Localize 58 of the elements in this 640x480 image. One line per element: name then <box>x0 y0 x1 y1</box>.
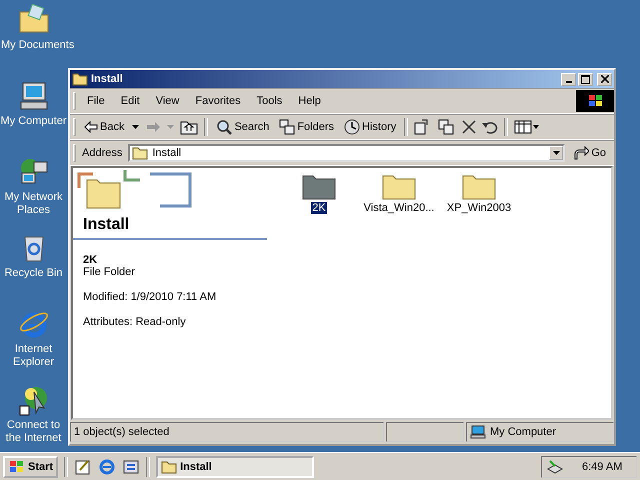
maximize-icon <box>581 74 590 84</box>
clock-icon <box>344 119 360 135</box>
folder-icon <box>161 460 178 474</box>
selected-name: 2K <box>83 254 98 266</box>
windows-logo <box>8 460 26 474</box>
minimize-button[interactable] <box>561 72 576 86</box>
copy-to-icon[interactable] <box>438 119 456 135</box>
zone-label: My Computer <box>490 426 556 438</box>
desktop-icon-label[interactable]: My Computer <box>0 115 67 128</box>
go-arrow-icon <box>573 146 590 160</box>
delete-icon[interactable] <box>462 120 476 134</box>
menu-item[interactable]: Edit <box>116 95 145 107</box>
file-label[interactable]: XP_Win2003 <box>446 202 512 214</box>
folders-icon <box>279 119 296 135</box>
close-button[interactable] <box>597 72 612 86</box>
search-button[interactable]: Search <box>214 117 272 137</box>
taskbar-window-button[interactable]: Install <box>156 456 314 478</box>
back-button[interactable]: Back <box>82 119 126 135</box>
menu-item[interactable]: Help <box>293 95 326 107</box>
file-label[interactable]: 2K <box>311 202 327 214</box>
clock: 6:49 AM <box>582 460 622 472</box>
folder-title: Install <box>83 216 130 234</box>
up-folder-icon[interactable] <box>180 119 198 135</box>
search-icon <box>216 119 232 135</box>
computer-icon <box>470 425 486 439</box>
desktop-icon-label[interactable]: My Network Places <box>0 191 67 217</box>
undo-icon[interactable] <box>482 120 498 134</box>
menu-item[interactable]: File <box>82 95 110 107</box>
caret-icon <box>552 151 560 155</box>
desktop-icon-label[interactable]: My Documents <box>1 39 74 52</box>
desktop-icon-label[interactable]: Connect to the Internet <box>0 419 67 445</box>
start-button[interactable]: Start <box>3 456 58 478</box>
attributes-text: Attributes: Read-only <box>83 316 187 329</box>
modified-date: Modified: 1/9/2010 7:11 AM <box>83 291 218 304</box>
folders-button[interactable]: Folders <box>277 117 336 137</box>
menu-item[interactable]: Tools <box>252 95 288 107</box>
address-field[interactable]: Install <box>128 144 566 162</box>
views-icon[interactable] <box>514 120 540 134</box>
computer-icon[interactable] <box>18 80 50 112</box>
desktop-icon-label[interactable]: Recycle Bin <box>4 267 63 280</box>
maximize-button[interactable] <box>578 72 593 86</box>
folder-icon <box>132 146 148 160</box>
status-text: 1 object(s) selected <box>70 422 384 442</box>
address-label: Address <box>82 147 122 159</box>
dropdown-button[interactable] <box>549 146 564 160</box>
window-title: Install <box>91 73 123 85</box>
desktop-icon-label[interactable]: Internet Explorer <box>0 343 67 369</box>
dropdown-arrow-icon[interactable] <box>132 125 140 129</box>
menu-item[interactable]: View <box>150 95 184 107</box>
back-arrow-icon <box>84 121 98 133</box>
file-type: File Folder <box>83 266 136 279</box>
go-button[interactable]: Go <box>571 144 608 162</box>
file-label[interactable]: Vista_Win20... <box>362 202 436 214</box>
menu-item[interactable]: Favorites <box>190 95 246 107</box>
close-icon <box>600 75 608 83</box>
windows-logo <box>576 90 614 112</box>
history-button[interactable]: History <box>342 117 398 137</box>
folder-icon <box>72 72 88 86</box>
